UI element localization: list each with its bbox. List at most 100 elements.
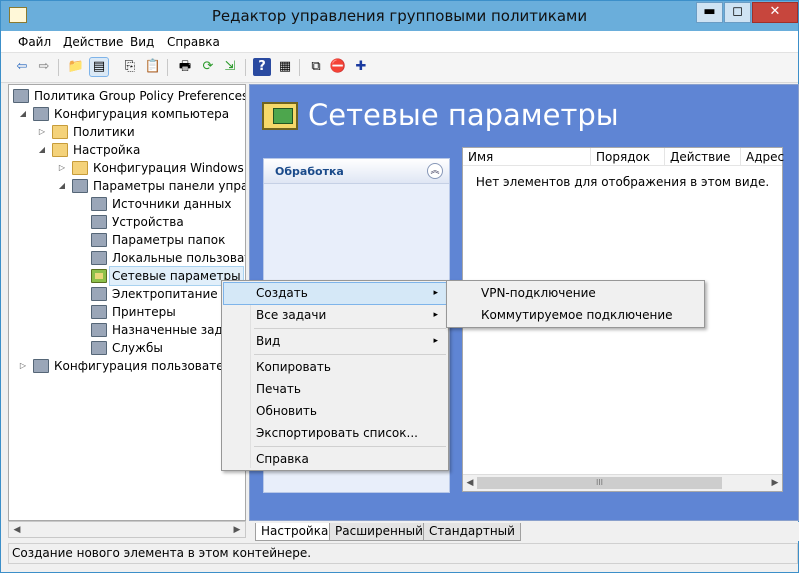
submenu-arrow-icon: ▸ — [433, 336, 438, 346]
policy-doc-icon — [13, 89, 29, 103]
tree-node[interactable]: ◢ Конфигурация компьютера — [9, 105, 245, 123]
status-bar: Создание нового элемента в этом контейне… — [8, 543, 798, 564]
show-hide-tree-icon[interactable]: ▤ — [89, 57, 109, 77]
tree-node[interactable]: Сетевые параметры — [9, 266, 245, 286]
menu-item-view[interactable]: Вид ▸ — [224, 331, 446, 352]
tree-node[interactable]: Параметры папок — [9, 231, 245, 249]
tree-node-label: Политики — [73, 125, 135, 139]
tree-node-label: Конфигурация Windows — [93, 161, 244, 175]
up-folder-icon[interactable]: 📁 — [67, 58, 85, 76]
list-horizontal-scrollbar[interactable]: ◀ III ▶ — [463, 474, 782, 491]
scroll-left-arrow[interactable]: ◀ — [463, 476, 477, 490]
menu-item-refresh[interactable]: Обновить — [224, 401, 446, 422]
menu-item-create[interactable]: Создать ▸ — [223, 282, 447, 305]
tree-node[interactable]: Назначенные задани — [9, 321, 245, 339]
scroll-left-arrow[interactable]: ◀ — [10, 523, 24, 537]
tab-extended[interactable]: Расширенный — [329, 523, 429, 541]
user-icon — [33, 359, 49, 373]
view-tabs: Настройка Расширенный Стандартный — [249, 522, 799, 541]
tree-node[interactable]: Локальные пользовател — [9, 249, 245, 267]
tree-node[interactable]: ◢ Настройка — [9, 141, 245, 159]
forward-icon[interactable]: ⇨ — [35, 58, 53, 76]
expand-arrow-icon[interactable]: ▷ — [18, 357, 28, 375]
properties-icon[interactable]: ▦ — [276, 58, 294, 76]
close-button[interactable]: ✕ — [752, 2, 798, 23]
menu-help[interactable]: Справка — [167, 35, 220, 49]
collapse-arrow-icon[interactable]: ◢ — [37, 141, 47, 159]
help-icon[interactable]: ? — [253, 58, 271, 76]
tree-node[interactable]: ▷ Конфигурация пользователя — [9, 357, 245, 375]
menu-file[interactable]: Файл — [18, 35, 51, 49]
menu-item-all-tasks[interactable]: Все задачи ▸ — [224, 305, 446, 326]
paste-icon[interactable]: 📋 — [144, 58, 162, 76]
tree-node[interactable]: Принтеры — [9, 303, 245, 321]
tree-node-label: Устройства — [112, 215, 184, 229]
collapse-arrow-icon[interactable]: ◢ — [57, 177, 67, 195]
menu-item-label: Печать — [256, 382, 301, 396]
tree-node-label: Параметры папок — [112, 233, 226, 247]
tab-standard[interactable]: Стандартный — [423, 523, 521, 541]
tree-horizontal-scrollbar[interactable]: ◀ ▶ — [8, 521, 246, 538]
stop-icon[interactable]: ⛔ — [329, 58, 347, 76]
expand-arrow-icon[interactable]: ▷ — [37, 123, 47, 141]
menu-item-export-list[interactable]: Экспортировать список... — [224, 423, 446, 444]
menu-item-print[interactable]: Печать — [224, 379, 446, 400]
back-icon[interactable]: ⇦ — [13, 58, 31, 76]
tree-node[interactable]: ▷ Конфигурация Windows — [9, 159, 245, 177]
menu-item-copy[interactable]: Копировать — [224, 357, 446, 378]
menu-item-help[interactable]: Справка — [224, 449, 446, 470]
tree-node[interactable]: Политика Group Policy Preferences - 19 — [9, 87, 245, 105]
collapse-icon[interactable]: ︽ — [427, 163, 443, 179]
tree-node[interactable]: Электропитание — [9, 285, 245, 303]
tree-node[interactable]: Устройства — [9, 213, 245, 231]
print-icon[interactable]: 🖶 — [176, 58, 194, 76]
tree-node[interactable]: ▷ Политики — [9, 123, 245, 141]
submenu-item-dialup-connection[interactable]: Коммутируемое подключение — [449, 305, 702, 326]
menu-view[interactable]: Вид — [130, 35, 154, 49]
tree-node-label: Источники данных — [112, 197, 232, 211]
menu-action[interactable]: Действие — [63, 35, 123, 49]
tree-node[interactable]: Источники данных — [9, 195, 245, 213]
create-submenu: VPN-подключение Коммутируемое подключени… — [446, 280, 705, 328]
power-options-icon — [91, 287, 107, 301]
title-bar[interactable]: Редактор управления групповыми политикам… — [1, 1, 798, 31]
tree-node[interactable]: ◢ Параметры панели управле — [9, 177, 245, 195]
collapse-arrow-icon[interactable]: ◢ — [18, 105, 28, 123]
column-address[interactable]: Адрес — [741, 148, 784, 166]
folder-options-icon — [91, 233, 107, 247]
expand-arrow-icon[interactable]: ▷ — [57, 159, 67, 177]
tree-node[interactable]: Службы — [9, 339, 245, 357]
local-users-icon — [91, 251, 107, 265]
services-icon — [91, 341, 107, 355]
printers-icon — [91, 305, 107, 319]
scroll-thumb[interactable]: III — [477, 477, 722, 489]
scroll-right-arrow[interactable]: ▶ — [230, 523, 244, 537]
console-tree: Политика Group Policy Preferences - 19 ◢ К… — [8, 84, 246, 521]
minimize-button[interactable]: ▬ — [696, 2, 723, 23]
add-icon[interactable]: ✚ — [352, 58, 370, 76]
submenu-arrow-icon: ▸ — [433, 288, 438, 298]
folder-icon — [52, 143, 68, 157]
menu-item-label: Справка — [256, 452, 309, 466]
submenu-arrow-icon: ▸ — [433, 310, 438, 320]
scroll-right-arrow[interactable]: ▶ — [768, 476, 782, 490]
maximize-button[interactable]: ◻ — [724, 2, 751, 23]
refresh-icon[interactable]: ⟳ — [199, 58, 217, 76]
tree-node-label: Политика Group Policy Preferences - 19 — [34, 89, 246, 103]
column-name[interactable]: Имя — [463, 148, 591, 166]
column-order[interactable]: Порядок — [591, 148, 665, 166]
export-icon[interactable]: ⇲ — [221, 58, 239, 76]
computer-icon — [33, 107, 49, 121]
column-action[interactable]: Действие — [665, 148, 741, 166]
new-item-icon[interactable]: ⧉ — [307, 58, 325, 76]
tasks-header[interactable]: Обработка ︽ — [264, 159, 449, 184]
window-title: Редактор управления групповыми политикам… — [211, 7, 588, 25]
devices-icon — [91, 215, 107, 229]
control-panel-icon — [72, 179, 88, 193]
menu-item-label: Создать — [256, 286, 308, 300]
tree-node-label: Настройка — [73, 143, 141, 157]
tab-settings[interactable]: Настройка — [255, 523, 335, 541]
submenu-item-vpn-connection[interactable]: VPN-подключение — [449, 283, 702, 304]
copy-icon[interactable]: ⎘ — [121, 58, 139, 76]
gpo-editor-window: Редактор управления групповыми политикам… — [0, 0, 799, 573]
